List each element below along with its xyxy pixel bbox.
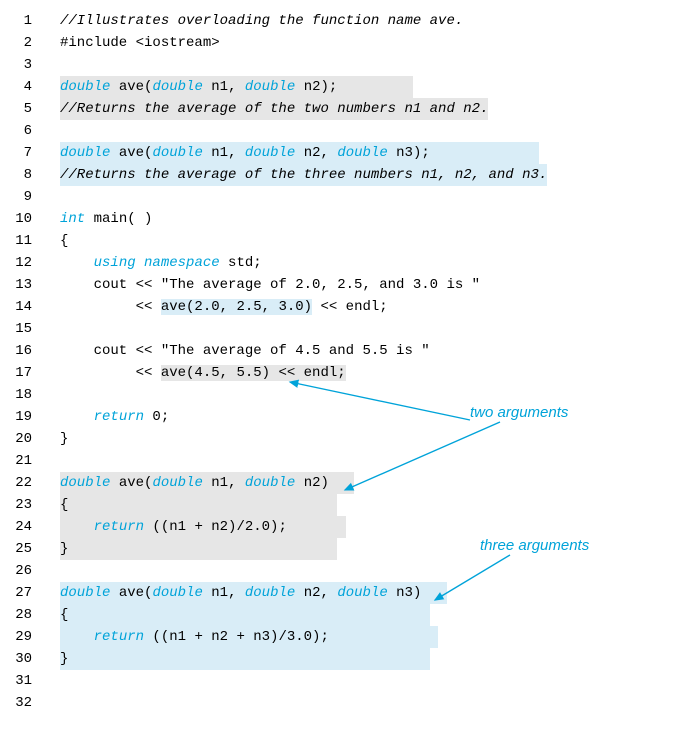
line-number: 6 bbox=[0, 120, 60, 142]
line-number: 24 bbox=[0, 516, 60, 538]
annotation-three-arguments: three arguments bbox=[480, 535, 589, 557]
code-text: { bbox=[60, 230, 689, 252]
highlight-gray: ave(4.5, 5.5) << endl; bbox=[161, 365, 346, 381]
line-number: 2 bbox=[0, 32, 60, 54]
highlight-blue: //Returns the average of the three numbe… bbox=[60, 164, 547, 186]
line-number: 1 bbox=[0, 10, 60, 32]
keyword: int bbox=[60, 211, 85, 227]
highlight-blue: return ((n1 + n2 + n3)/3.0); bbox=[60, 626, 438, 648]
code-text: std; bbox=[220, 255, 262, 271]
line-number: 32 bbox=[0, 692, 60, 714]
line-number: 30 bbox=[0, 648, 60, 670]
code-listing: 1//Illustrates overloading the function … bbox=[0, 10, 689, 714]
line-number: 31 bbox=[0, 670, 60, 692]
line-number: 12 bbox=[0, 252, 60, 274]
highlight-gray: } bbox=[60, 538, 337, 560]
code-text: #include <iostream> bbox=[60, 32, 689, 54]
highlight-gray: { bbox=[60, 494, 337, 516]
line-number: 27 bbox=[0, 582, 60, 604]
highlight-gray: //Returns the average of the two numbers… bbox=[60, 98, 488, 120]
highlight-blue: double ave(double n1, double n2, double … bbox=[60, 142, 539, 164]
line-number: 13 bbox=[0, 274, 60, 296]
line-number: 4 bbox=[0, 76, 60, 98]
line-number: 11 bbox=[0, 230, 60, 252]
line-number: 20 bbox=[0, 428, 60, 450]
line-number: 29 bbox=[0, 626, 60, 648]
line-number: 25 bbox=[0, 538, 60, 560]
annotation-two-arguments: two arguments bbox=[470, 402, 568, 424]
code-text: } bbox=[60, 428, 689, 450]
line-number: 17 bbox=[0, 362, 60, 384]
highlight-blue: { bbox=[60, 604, 430, 626]
line-number: 10 bbox=[0, 208, 60, 230]
highlight-gray: double ave(double n1, double n2) bbox=[60, 472, 354, 494]
line-number: 15 bbox=[0, 318, 60, 340]
line-number: 28 bbox=[0, 604, 60, 626]
highlight-gray: double ave(double n1, double n2); bbox=[60, 76, 413, 98]
line-number: 8 bbox=[0, 164, 60, 186]
line-number: 19 bbox=[0, 406, 60, 428]
line-number: 14 bbox=[0, 296, 60, 318]
code-text: cout << "The average of 2.0, 2.5, and 3.… bbox=[60, 274, 689, 296]
line-number: 16 bbox=[0, 340, 60, 362]
keyword: return bbox=[94, 409, 144, 425]
line-number: 21 bbox=[0, 450, 60, 472]
highlight-blue: double ave(double n1, double n2, double … bbox=[60, 582, 447, 604]
highlight-blue: ave(2.0, 2.5, 3.0) bbox=[161, 299, 312, 315]
keyword: using bbox=[94, 255, 136, 271]
line-number: 26 bbox=[0, 560, 60, 582]
comment: //Illustrates overloading the function n… bbox=[60, 13, 463, 29]
code-text: << endl; bbox=[312, 299, 388, 315]
code-text: main( ) bbox=[85, 211, 152, 227]
line-number: 7 bbox=[0, 142, 60, 164]
line-number: 3 bbox=[0, 54, 60, 76]
line-number: 22 bbox=[0, 472, 60, 494]
highlight-gray: return ((n1 + n2)/2.0); bbox=[60, 516, 346, 538]
code-text: 0; bbox=[144, 409, 169, 425]
code-text: cout << "The average of 4.5 and 5.5 is " bbox=[60, 340, 689, 362]
highlight-blue: } bbox=[60, 648, 430, 670]
line-number: 18 bbox=[0, 384, 60, 406]
line-number: 23 bbox=[0, 494, 60, 516]
line-number: 5 bbox=[0, 98, 60, 120]
keyword: namespace bbox=[144, 255, 220, 271]
line-number: 9 bbox=[0, 186, 60, 208]
